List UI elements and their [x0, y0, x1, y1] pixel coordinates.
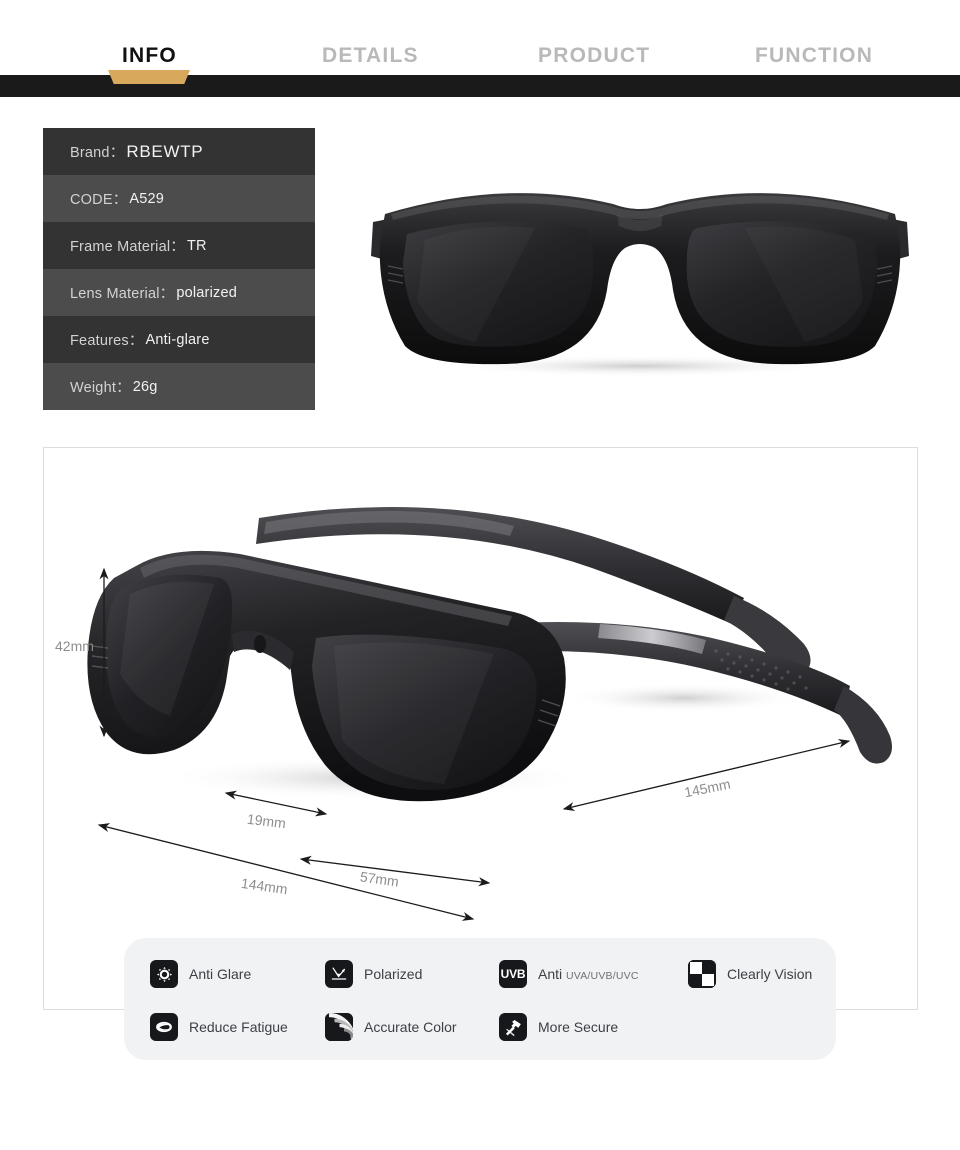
- tab-details[interactable]: DETAILS: [322, 44, 419, 68]
- dimension-diagram-panel: [43, 447, 918, 1010]
- sun-glare-icon: [150, 960, 178, 988]
- feature-more-secure: More Secure: [499, 1013, 618, 1041]
- tab-info[interactable]: INFO: [122, 44, 177, 68]
- feature-label: Accurate Color: [364, 1019, 457, 1035]
- spec-row-frame-material: Frame Material： TR: [43, 222, 315, 269]
- spec-value: TR: [187, 237, 207, 254]
- spec-label: Frame Material：: [70, 239, 185, 255]
- spec-value: RBEWTP: [126, 141, 204, 161]
- feature-anti-glare: Anti Glare: [150, 960, 251, 988]
- feature-label-detail: UVA/UVB/UVC: [566, 970, 639, 982]
- spec-label: Brand：: [70, 145, 125, 161]
- feature-polarized: Polarized: [325, 960, 422, 988]
- feature-label: More Secure: [538, 1019, 619, 1035]
- tab-product[interactable]: PRODUCT: [538, 44, 650, 68]
- spec-table: Brand： RBEWTP CODE： A529 Frame Material：…: [43, 128, 315, 410]
- feature-label-main: Anti: [538, 966, 563, 982]
- feature-label: Anti Glare: [189, 966, 252, 982]
- color-arc-icon: [325, 1013, 353, 1041]
- spec-label: Weight：: [70, 380, 131, 396]
- tab-function[interactable]: FUNCTION: [755, 44, 873, 68]
- uvb-icon-text: UVB: [500, 967, 526, 981]
- checkerboard-icon: [688, 960, 716, 988]
- feature-label: Reduce Fatigue: [189, 1019, 288, 1035]
- eye-swirl-icon: [150, 1013, 178, 1041]
- spec-value: polarized: [176, 284, 237, 301]
- feature-clearly-vision: Clearly Vision: [688, 960, 812, 988]
- spec-row-lens-material: Lens Material： polarized: [43, 269, 315, 316]
- uvb-badge-icon: UVB: [499, 960, 527, 988]
- spec-label: CODE：: [70, 192, 128, 208]
- spec-label: Lens Material：: [70, 286, 175, 302]
- spec-value: Anti-glare: [145, 331, 210, 348]
- dimension-label-lens-height: 42mm: [55, 638, 94, 654]
- feature-accurate-color: Accurate Color: [325, 1013, 457, 1041]
- feature-anti-uv: UVB Anti UVA/UVB/UVC: [499, 960, 639, 988]
- feature-list: Anti Glare Polarized UVB Anti UVA/UVB/UV…: [124, 938, 836, 1060]
- product-front-image: [355, 170, 925, 400]
- spec-row-code: CODE： A529: [43, 175, 315, 222]
- feature-label: Anti UVA/UVB/UVC: [538, 966, 639, 982]
- feature-label: Polarized: [364, 966, 423, 982]
- spec-row-weight: Weight： 26g: [43, 363, 315, 410]
- feature-reduce-fatigue: Reduce Fatigue: [150, 1013, 288, 1041]
- spec-row-features: Features： Anti-glare: [43, 316, 315, 363]
- spec-label: Features：: [70, 333, 144, 349]
- feature-label: Clearly Vision: [727, 966, 813, 982]
- spec-row-brand: Brand： RBEWTP: [43, 128, 315, 175]
- hammer-icon: [499, 1013, 527, 1041]
- active-tab-indicator: [108, 70, 190, 84]
- polarized-ray-icon: [325, 960, 353, 988]
- product-info-page: INFO DETAILS PRODUCT FUNCTION Brand： RBE…: [0, 0, 960, 1150]
- spec-value: A529: [129, 190, 165, 207]
- tab-bar: INFO DETAILS PRODUCT FUNCTION: [0, 0, 960, 75]
- spec-value: 26g: [132, 378, 158, 395]
